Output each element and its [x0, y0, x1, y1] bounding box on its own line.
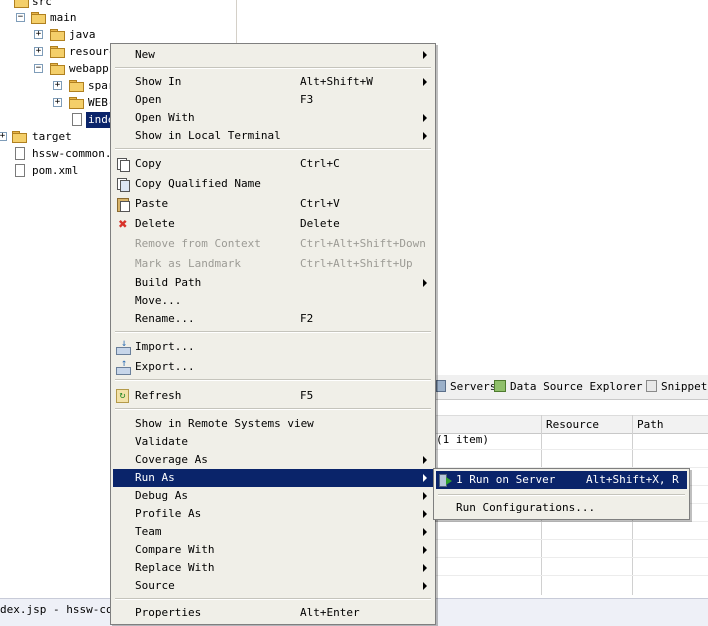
row-divider: [436, 557, 708, 558]
expand-icon[interactable]: +: [53, 81, 62, 90]
menu-item-open-with[interactable]: Open With: [113, 109, 433, 127]
menu-separator: [115, 408, 431, 410]
copy-icon: [116, 157, 130, 172]
menu-separator: [115, 598, 431, 600]
menu-item-new[interactable]: New: [113, 46, 433, 64]
submenu-arrow-icon: [423, 78, 427, 86]
expand-icon[interactable]: +: [0, 132, 7, 141]
submenu-arrow-icon: [423, 528, 427, 536]
row-divider: [436, 521, 708, 522]
folder-icon: [14, 0, 29, 8]
submenu-arrow-icon: [423, 510, 427, 518]
folder-icon: [50, 63, 65, 75]
menu-separator: [438, 494, 685, 496]
menu-separator: [115, 148, 431, 150]
folder-icon: [12, 131, 27, 143]
menu-item-delete[interactable]: ✖ Delete Delete: [113, 215, 433, 233]
paste-icon: [116, 197, 130, 212]
menu-item-compare-with[interactable]: Compare With: [113, 541, 433, 559]
expand-icon[interactable]: +: [34, 30, 43, 39]
menu-separator: [115, 67, 431, 69]
menu-item-show-in-remote-systems-view[interactable]: Show in Remote Systems view: [113, 415, 433, 433]
menu-item-profile-as[interactable]: Profile As: [113, 505, 433, 523]
row-divider: [436, 575, 708, 576]
folder-icon: [31, 12, 46, 24]
submenu-arrow-icon: [423, 279, 427, 287]
menu-item-copy[interactable]: Copy Ctrl+C: [113, 155, 433, 173]
menu-separator: [115, 379, 431, 381]
menu-item-export[interactable]: ↑ Export...: [113, 358, 433, 376]
menu-item-properties[interactable]: Properties Alt+Enter: [113, 604, 433, 622]
menu-item-replace-with[interactable]: Replace With: [113, 559, 433, 577]
jsp-file-icon: [72, 113, 82, 126]
menu-item-coverage-as[interactable]: Coverage As: [113, 451, 433, 469]
status-text: dex.jsp - hssw-com: [0, 603, 120, 616]
tab-snippets[interactable]: Snippets: [646, 380, 708, 393]
export-icon: ↑: [116, 359, 131, 375]
folder-icon: [69, 80, 84, 92]
menu-item-run-as[interactable]: Run As: [113, 469, 433, 487]
submenu-arrow-icon: [423, 114, 427, 122]
menu-item-rename[interactable]: Rename... F2: [113, 310, 433, 328]
column-header-resource[interactable]: Resource: [546, 418, 599, 431]
context-menu: New Show In Alt+Shift+W Open F3 Open With …: [110, 43, 436, 625]
submenu-arrow-icon: [423, 456, 427, 464]
menu-item-run-on-server[interactable]: 1 Run on Server Alt+Shift+X, R: [436, 471, 687, 489]
submenu-arrow-icon: [423, 492, 427, 500]
collapse-icon[interactable]: −: [16, 13, 25, 22]
tab-servers[interactable]: Servers: [436, 380, 496, 393]
copy-qualified-name-icon: [116, 177, 130, 192]
run-on-server-icon: [439, 473, 453, 487]
tab-data-source-explorer[interactable]: Data Source Explorer: [494, 380, 642, 393]
snippets-icon: [646, 380, 657, 392]
refresh-icon: ↻: [116, 389, 129, 403]
collapse-icon[interactable]: −: [34, 64, 43, 73]
table-header: Resource Path: [436, 415, 708, 434]
view-tab-bar: Servers Data Source Explorer Snippets: [436, 375, 708, 400]
row-divider: [436, 539, 708, 540]
submenu-arrow-icon: [423, 582, 427, 590]
menu-item-mark-as-landmark: Mark as Landmark Ctrl+Alt+Shift+Up: [135, 257, 413, 270]
column-header-path[interactable]: Path: [637, 418, 664, 431]
file-icon: [15, 147, 25, 160]
menu-item-import[interactable]: ↓ Import...: [113, 338, 433, 356]
menu-item-source[interactable]: Source: [113, 577, 433, 595]
servers-icon: [436, 380, 446, 392]
expand-icon[interactable]: +: [53, 98, 62, 107]
menu-item-move[interactable]: Move...: [113, 292, 433, 310]
menu-item-show-in-local-terminal[interactable]: Show in Local Terminal: [113, 127, 433, 145]
submenu-arrow-icon: [423, 474, 427, 482]
row-divider: [436, 449, 708, 450]
submenu-arrow-icon: [423, 564, 427, 572]
data-source-icon: [494, 380, 506, 392]
run-as-submenu: 1 Run on Server Alt+Shift+X, R Run Config…: [433, 468, 690, 520]
menu-item-refresh[interactable]: ↻ Refresh F5: [113, 387, 433, 405]
menu-item-open[interactable]: Open F3: [113, 91, 433, 109]
menu-item-build-path[interactable]: Build Path: [113, 274, 433, 292]
menu-item-team[interactable]: Team: [113, 523, 433, 541]
menu-item-debug-as[interactable]: Debug As: [113, 487, 433, 505]
summary-row[interactable]: (1 item): [436, 433, 489, 446]
submenu-arrow-icon: [423, 51, 427, 59]
folder-icon: [69, 97, 84, 109]
menu-item-run-configurations[interactable]: Run Configurations...: [436, 499, 687, 517]
submenu-arrow-icon: [423, 132, 427, 140]
menu-separator: [115, 331, 431, 333]
submenu-arrow-icon: [423, 546, 427, 554]
menu-item-copy-qualified-name[interactable]: Copy Qualified Name: [113, 175, 433, 193]
menu-item-remove-from-context: Remove from Context Ctrl+Alt+Shift+Down: [135, 237, 426, 250]
folder-icon: [50, 29, 65, 41]
folder-icon: [50, 46, 65, 58]
menu-item-show-in[interactable]: Show In Alt+Shift+W: [113, 73, 433, 91]
expand-icon[interactable]: +: [34, 47, 43, 56]
menu-item-validate[interactable]: Validate: [113, 433, 433, 451]
xml-file-icon: [15, 164, 25, 177]
import-icon: ↓: [116, 339, 131, 355]
menu-item-paste[interactable]: Paste Ctrl+V: [113, 195, 433, 213]
delete-icon: ✖: [118, 215, 128, 233]
